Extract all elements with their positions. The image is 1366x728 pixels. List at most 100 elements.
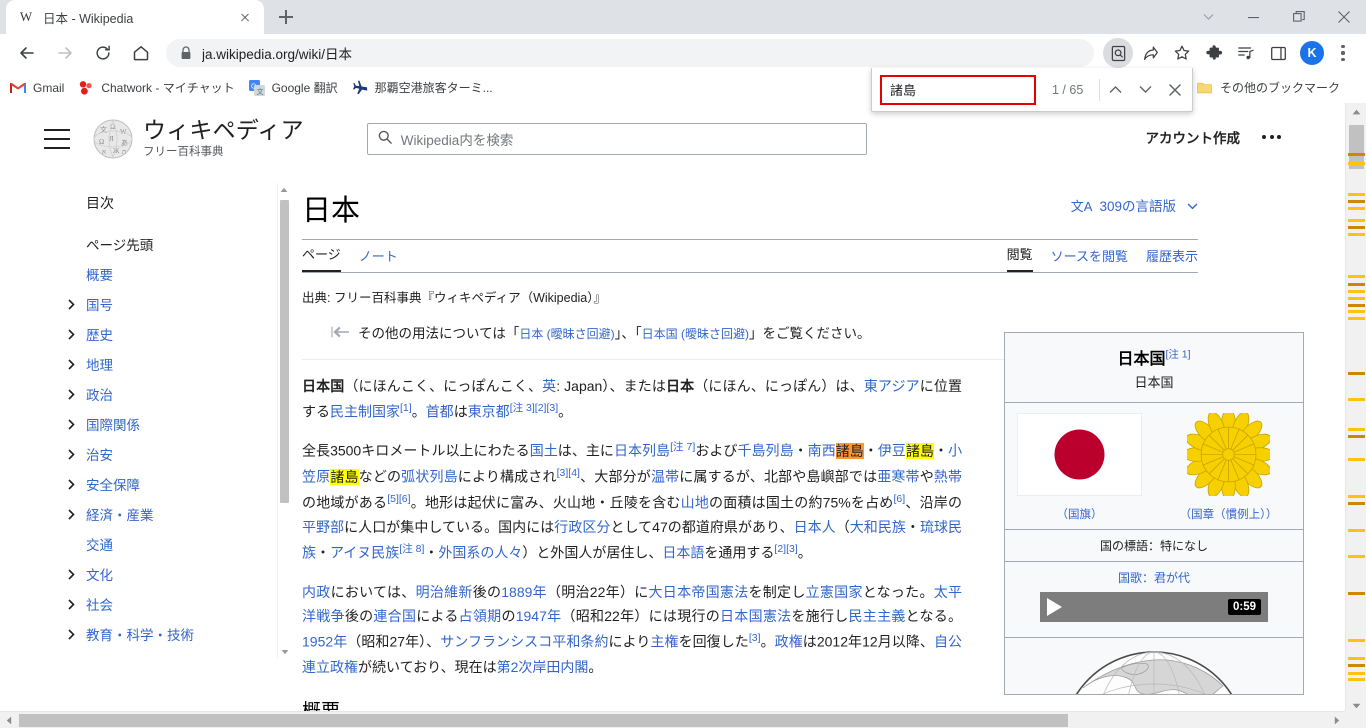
- scroll-down-arrow[interactable]: [278, 645, 290, 658]
- audio-player[interactable]: 0:59: [1040, 592, 1268, 622]
- hamburger-menu-icon[interactable]: [44, 129, 70, 149]
- sidebar-item-bunka[interactable]: 文化: [67, 559, 290, 589]
- chevron-right-icon[interactable]: [64, 357, 78, 371]
- create-account-link[interactable]: アカウント作成: [1146, 127, 1241, 147]
- link-plain[interactable]: 平野部: [302, 519, 344, 535]
- reading-list-icon[interactable]: [1231, 38, 1261, 68]
- hatnote-link-2[interactable]: 日本国 (曖昧さ回避): [642, 327, 749, 341]
- chevron-right-icon[interactable]: [64, 387, 78, 401]
- link-mountain[interactable]: 山地: [681, 494, 709, 510]
- forward-button[interactable]: [50, 38, 80, 68]
- chevron-right-icon[interactable]: [64, 417, 78, 431]
- sidebar-item-kyoiku-kagaku-gijutsu[interactable]: 教育・科学・技術: [67, 619, 290, 649]
- link-democracy-2[interactable]: 民主主義: [849, 608, 906, 624]
- find-close-button[interactable]: [1160, 75, 1190, 105]
- tab-view-source[interactable]: ソースを閲覧: [1051, 246, 1128, 272]
- link-nansei[interactable]: 南西諸島: [808, 443, 864, 460]
- sidebar-item-chiri[interactable]: 地理: [67, 349, 290, 379]
- link-meiji-constitution[interactable]: 大日本帝国憲法: [649, 584, 749, 600]
- hatnote-link-1[interactable]: 日本 (曖昧さ回避): [519, 327, 614, 341]
- sidebar-item-anzen-hosho[interactable]: 安全保障: [67, 469, 290, 499]
- chevron-right-icon[interactable]: [64, 507, 78, 521]
- link-japan-constitution[interactable]: 日本国憲法: [720, 608, 791, 624]
- scroll-up-arrow[interactable]: [1346, 103, 1366, 120]
- search-input[interactable]: Wikipedia内を検索: [366, 123, 867, 155]
- play-icon[interactable]: [1047, 598, 1062, 616]
- avatar[interactable]: K: [1300, 41, 1324, 65]
- link-english[interactable]: 英: [542, 378, 556, 394]
- emblem-caption[interactable]: （国章（慣例上））: [1156, 506, 1301, 522]
- scrollbar-thumb[interactable]: [280, 200, 289, 503]
- tab-talk[interactable]: ノート: [359, 246, 398, 272]
- sidebar-item-chian[interactable]: 治安: [67, 439, 290, 469]
- link-1947[interactable]: 1947年: [516, 608, 562, 624]
- link-japanese-archipelago[interactable]: 日本列島: [614, 443, 670, 459]
- link-tokyo[interactable]: 東京都: [468, 403, 510, 419]
- language-selector[interactable]: 文A 309の言語版: [1071, 195, 1198, 215]
- new-tab-button[interactable]: [272, 3, 300, 31]
- link-island-arc[interactable]: 弧状列島: [401, 469, 458, 485]
- link-temperate[interactable]: 温帯: [651, 469, 679, 485]
- link-japanese-language[interactable]: 日本語: [662, 545, 704, 561]
- link-1952[interactable]: 1952年: [302, 634, 347, 650]
- bookmark-gmail[interactable]: Gmail: [10, 80, 64, 96]
- link-1889[interactable]: 1889年: [501, 584, 547, 600]
- link-admin-div[interactable]: 行政区分: [554, 519, 610, 535]
- page-horizontal-scrollbar[interactable]: [0, 711, 1366, 728]
- link-administration[interactable]: 政権: [775, 634, 803, 650]
- bookmark-chatwork[interactable]: Chatwork - マイチャット: [78, 79, 235, 96]
- bookmark-naha-airport[interactable]: 那覇空港旅客ターミ...: [352, 79, 493, 96]
- toc-scrollbar[interactable]: [277, 183, 290, 658]
- link-ainu[interactable]: アイヌ民族: [330, 545, 399, 561]
- link-japanese-people[interactable]: 日本人: [794, 519, 836, 535]
- bookmark-google-translate[interactable]: G 文 Google 翻訳: [248, 79, 338, 96]
- find-next-button[interactable]: [1130, 75, 1160, 105]
- link-izu[interactable]: 伊豆諸島: [878, 443, 935, 460]
- link-domestic[interactable]: 内政: [302, 584, 331, 600]
- link-democracy[interactable]: 民主制国家: [330, 403, 400, 419]
- link-territory[interactable]: 国土: [530, 443, 558, 459]
- home-button[interactable]: [126, 38, 156, 68]
- link-coalition[interactable]: 自公連立政権: [302, 634, 962, 675]
- chevron-right-icon[interactable]: [64, 477, 78, 491]
- infobox-title-note[interactable]: [注 1]: [1165, 349, 1190, 361]
- link-occupation[interactable]: 占領期: [459, 608, 502, 624]
- chevron-right-icon[interactable]: [64, 297, 78, 311]
- scroll-right-arrow[interactable]: [1328, 712, 1345, 728]
- reload-button[interactable]: [88, 38, 118, 68]
- sidebar-item-seiji[interactable]: 政治: [67, 379, 290, 409]
- address-bar[interactable]: ja.wikipedia.org/wiki/日本: [166, 39, 1094, 67]
- link-constitutional-state[interactable]: 立憲国家: [806, 584, 863, 600]
- chevron-right-icon[interactable]: [64, 327, 78, 341]
- close-icon[interactable]: [236, 8, 254, 26]
- sidebar-item-sports[interactable]: スポーツ: [86, 649, 290, 658]
- anthem-label[interactable]: 国歌：君が代: [1009, 569, 1299, 586]
- link-sovereignty[interactable]: 主権: [650, 634, 678, 650]
- tab-read[interactable]: 閲覧: [1006, 244, 1033, 272]
- sidebar-item-kokusai-kankei[interactable]: 国際関係: [67, 409, 290, 439]
- link-meiji-restoration[interactable]: 明治維新: [416, 584, 473, 600]
- browser-tab[interactable]: W 日本 - Wikipedia: [6, 0, 264, 34]
- chevron-down-icon[interactable]: [1186, 0, 1231, 34]
- three-dot-menu[interactable]: [1330, 38, 1356, 68]
- find-in-page-icon[interactable]: [1103, 38, 1133, 68]
- other-bookmarks[interactable]: その他のブックマーク: [1197, 79, 1340, 96]
- scroll-left-arrow[interactable]: [0, 712, 17, 728]
- sidebar-item-kotsu[interactable]: 交通: [86, 529, 290, 559]
- link-allies[interactable]: 連合国: [373, 608, 416, 624]
- maximize-button[interactable]: [1276, 0, 1321, 34]
- extensions-puzzle-icon[interactable]: [1199, 38, 1229, 68]
- close-window-button[interactable]: [1321, 0, 1366, 34]
- link-kuril[interactable]: 千島列島: [737, 443, 793, 459]
- sidebar-item-gaiyo[interactable]: 概要: [86, 259, 290, 289]
- sidebar-item-shakai[interactable]: 社会: [67, 589, 290, 619]
- link-sf-treaty[interactable]: サンフランシスコ平和条約: [440, 634, 608, 650]
- tab-page[interactable]: ページ: [302, 244, 341, 272]
- share-icon[interactable]: [1135, 38, 1165, 68]
- chevron-right-icon[interactable]: [64, 597, 78, 611]
- flag-caption[interactable]: （国旗）: [1007, 506, 1152, 522]
- link-subarctic[interactable]: 亜寒帯: [877, 469, 919, 485]
- link-foreign-origin[interactable]: 外国系の人々: [438, 545, 522, 561]
- link-tropical[interactable]: 熱帯: [934, 469, 962, 485]
- chevron-right-icon[interactable]: [64, 627, 78, 641]
